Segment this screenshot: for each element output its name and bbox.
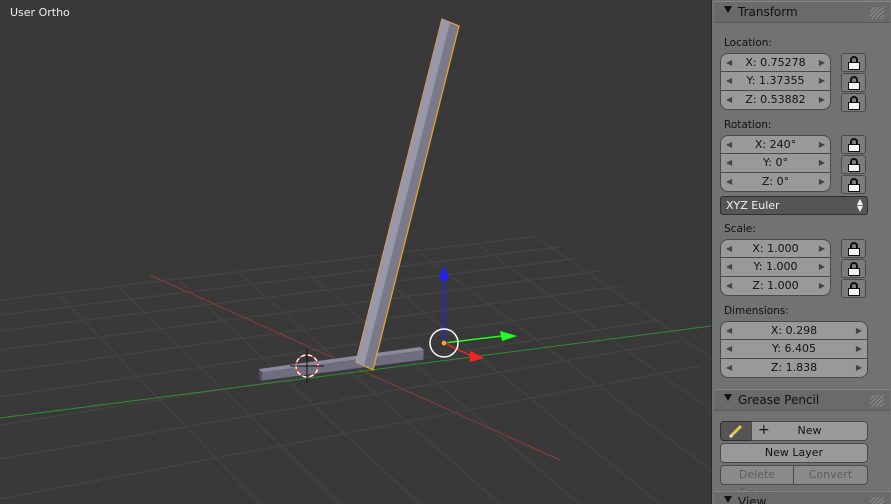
3d-viewport[interactable]: User Ortho <box>0 0 711 504</box>
dimensions-label: Dimensions: <box>724 305 789 317</box>
dimensions-z-field[interactable]: ◀ Z: 1.838 ▶ <box>720 359 868 378</box>
transform-panel-title: Transform <box>738 5 798 19</box>
new-grease-pencil-button[interactable]: + New <box>751 421 868 441</box>
collapse-triangle-icon[interactable] <box>724 6 732 13</box>
scale-label: Scale: <box>724 223 756 235</box>
view-panel-header[interactable]: View <box>714 491 890 504</box>
new-layer-button[interactable]: New Layer <box>720 443 868 463</box>
scale-z-field[interactable]: ◀ Z: 1.000 ▶ <box>720 277 831 296</box>
lock-scale-z-icon[interactable] <box>841 279 866 298</box>
viewport-scene[interactable] <box>0 0 711 504</box>
y-axis-line <box>0 325 711 419</box>
rotation-label: Rotation: <box>724 119 772 131</box>
location-z-field[interactable]: ◀ Z: 0.53882 ▶ <box>720 91 831 110</box>
lock-scale-x-icon[interactable] <box>841 239 866 258</box>
lock-location-z-icon[interactable] <box>841 93 866 112</box>
convert-button[interactable]: Convert <box>794 465 868 485</box>
delete-frame-button[interactable]: Delete Frame <box>720 465 794 499</box>
scale-x-field[interactable]: ◀ X: 1.000 ▶ <box>720 239 831 258</box>
lock-scale-y-icon[interactable] <box>841 259 866 278</box>
view-panel-title: View <box>738 495 767 504</box>
y-arrow-icon[interactable] <box>500 331 517 341</box>
dimensions-y-field[interactable]: ◀ Y: 6.405 ▶ <box>720 340 868 359</box>
lock-location-x-icon[interactable] <box>841 53 866 72</box>
rotation-z-field[interactable]: ◀ Z: 0° ▶ <box>720 173 831 192</box>
location-x-field[interactable]: ◀ X: 0.75278 ▶ <box>720 53 831 72</box>
lock-rotation-y-icon[interactable] <box>841 155 866 174</box>
lock-rotation-x-icon[interactable] <box>841 135 866 154</box>
floor-grid <box>0 235 711 504</box>
drag-grip-icon[interactable] <box>870 395 884 407</box>
base-plank <box>258 346 425 382</box>
properties-region[interactable]: Transform Location: ◀ X: 0.75278 ▶ ◀ Y: 1.3… <box>711 0 891 504</box>
rotation-x-field[interactable]: ◀ X: 240° ▶ <box>720 135 831 154</box>
grease-pencil-panel-header[interactable]: Grease Pencil <box>714 389 890 411</box>
scale-y-field[interactable]: ◀ Y: 1.000 ▶ <box>720 258 831 277</box>
location-y-field[interactable]: ◀ Y: 1.37355 ▶ <box>720 72 831 91</box>
x-arrow-icon[interactable] <box>470 351 484 362</box>
transform-panel-header[interactable]: Transform <box>714 1 890 23</box>
pencil-icon <box>728 424 743 439</box>
collapse-triangle-icon[interactable] <box>724 394 732 401</box>
grease-pencil-panel-title: Grease Pencil <box>738 393 820 407</box>
dimensions-x-field[interactable]: ◀ X: 0.298 ▶ <box>720 321 868 340</box>
plus-icon: + <box>758 422 770 438</box>
lock-rotation-z-icon[interactable] <box>841 175 866 194</box>
drag-grip-icon[interactable] <box>870 7 884 19</box>
drag-grip-icon[interactable] <box>870 497 884 504</box>
transform-gizmo[interactable] <box>429 265 517 362</box>
updown-arrows-icon: ▲ ▼ <box>856 197 863 213</box>
grease-pencil-toggle[interactable] <box>720 421 752 441</box>
location-label: Location: <box>724 37 772 49</box>
rotation-mode-select[interactable]: XYZ Euler ▲ ▼ <box>720 196 868 215</box>
rotation-y-field[interactable]: ◀ Y: 0° ▶ <box>720 154 831 173</box>
collapse-triangle-icon[interactable] <box>724 496 732 503</box>
z-arrow-icon[interactable] <box>439 265 449 280</box>
view-label: User Ortho <box>10 6 70 19</box>
lock-location-y-icon[interactable] <box>841 73 866 92</box>
